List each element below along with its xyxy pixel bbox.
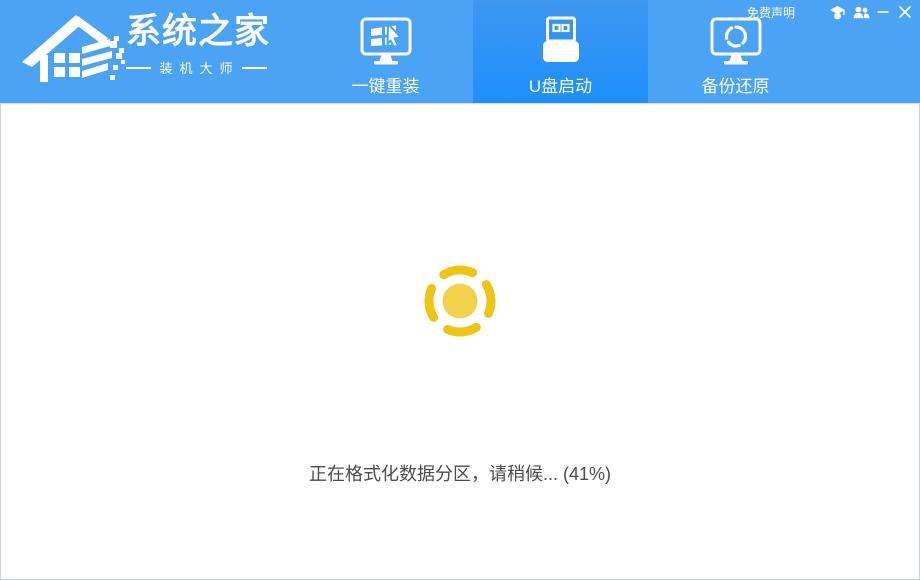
- usb-flash-drive-icon: [535, 13, 587, 70]
- brand-block: 系统之家 装机大师: [125, 12, 271, 77]
- monitor-windows-cursor-icon: [357, 13, 415, 70]
- tab-usb-boot-label: U盘启动: [528, 77, 593, 96]
- close-icon[interactable]: [898, 5, 912, 19]
- brand-logo: [20, 3, 128, 87]
- tab-backup-restore-label: 备份还原: [701, 77, 770, 96]
- main-tabs: 一键重装 U盘启动 备份还原: [298, 0, 823, 103]
- graduation-cap-icon[interactable]: [829, 5, 846, 20]
- header-bar: 系统之家 装机大师 一键重装 U盘启动 备份还原 免费声明: [0, 0, 920, 103]
- users-icon[interactable]: [853, 6, 870, 19]
- subtitle-left-dash: [125, 66, 151, 69]
- minimize-icon[interactable]: [877, 5, 889, 19]
- progress-status-text: 正在格式化数据分区，请稍候... (41%): [308, 464, 612, 484]
- brand-name: 系统之家: [126, 12, 271, 51]
- tab-onekey-reinstall-label: 一键重装: [351, 77, 420, 96]
- brand-subtitle-label: 装机大师: [159, 61, 240, 76]
- tab-onekey-reinstall[interactable]: 一键重装: [298, 0, 473, 103]
- pixel-house-icon: [22, 15, 125, 82]
- loading-spinner-icon: [418, 259, 502, 343]
- free-disclaimer-link[interactable]: 免费声明: [747, 4, 795, 21]
- main-content: 正在格式化数据分区，请稍候... (41%): [0, 103, 920, 580]
- brand-subtitle: 装机大师: [125, 58, 267, 77]
- subtitle-right-dash: [241, 66, 267, 69]
- window-controls: 免费声明: [747, 0, 920, 24]
- tab-usb-boot[interactable]: U盘启动: [473, 0, 648, 103]
- app-window: 系统之家 装机大师 一键重装 U盘启动 备份还原 免费声明 正在格式化数据分区，…: [0, 0, 920, 580]
